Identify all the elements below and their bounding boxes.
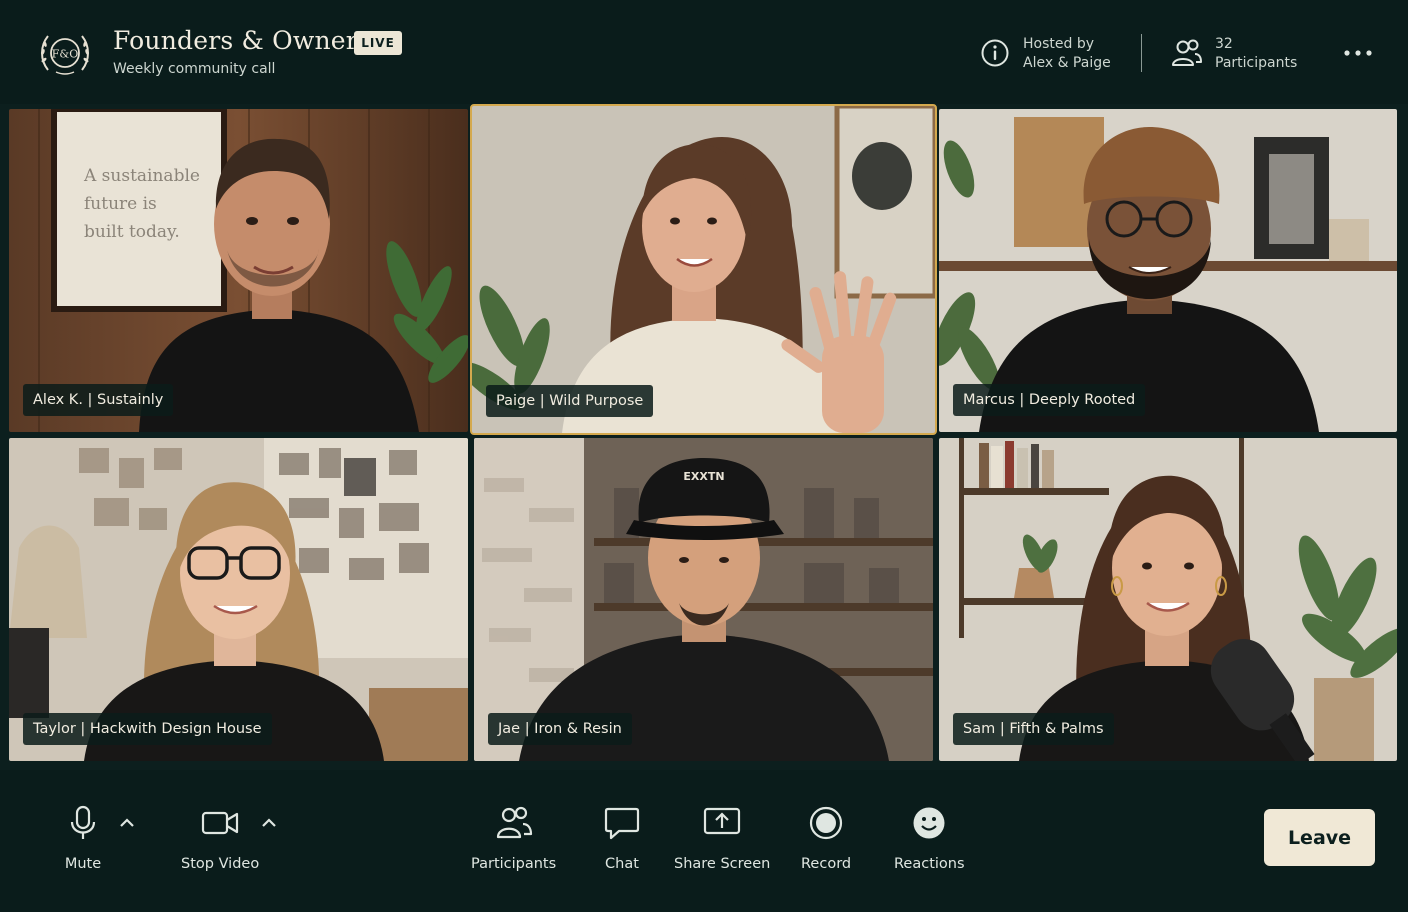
reactions-button[interactable]: Reactions: [894, 804, 965, 872]
mute-options-chevron-up-icon[interactable]: [118, 816, 136, 830]
chat-label: Chat: [605, 856, 639, 872]
participants-button[interactable]: Participants: [471, 804, 556, 872]
video-tile-jae[interactable]: EXXTN Jae | Iron & Resin: [474, 438, 933, 761]
reactions-label: Reactions: [894, 856, 965, 872]
crest-logo-icon: F&O: [41, 35, 89, 75]
participant-name-tag: Sam | Fifth & Palms: [953, 713, 1114, 745]
participant-name-tag: Alex K. | Sustainly: [23, 384, 174, 416]
video-tile-alex[interactable]: A sustainable future is built today. Ale…: [9, 109, 468, 432]
participants-label: Participants: [1215, 55, 1298, 71]
stop-video-label: Stop Video: [181, 856, 260, 872]
record-icon: [809, 806, 843, 840]
video-tile-sam[interactable]: Sam | Fifth & Palms: [939, 438, 1397, 761]
share-screen-icon: [704, 807, 741, 835]
cap-text: EXXTN: [683, 470, 724, 483]
participant-name-tag: Jae | Iron & Resin: [488, 713, 632, 745]
video-options-chevron-up-icon[interactable]: [260, 816, 278, 830]
mute-button[interactable]: Mute: [64, 804, 102, 872]
participant-video-paige: [472, 106, 935, 433]
more-horizontal-icon[interactable]: [1342, 44, 1374, 62]
call-header: F&O Founders & Owners LIVE Weekly commun…: [0, 0, 1408, 104]
poster-line-3: built today.: [84, 222, 180, 242]
stop-video-button[interactable]: Stop Video: [181, 804, 259, 872]
participants-summary: 32 Participants: [1215, 35, 1297, 73]
info-icon[interactable]: [980, 38, 1010, 68]
chat-bubble-icon: [604, 807, 640, 840]
participant-name-tag: Paige | Wild Purpose: [486, 385, 654, 417]
share-screen-button[interactable]: Share Screen: [674, 804, 770, 872]
mute-label: Mute: [64, 856, 102, 872]
smiley-icon: [913, 807, 945, 839]
hosted-by-info: Hosted by Alex & Paige: [1023, 35, 1111, 73]
people-icon: [496, 806, 532, 839]
video-tile-paige[interactable]: Paige | Wild Purpose: [470, 104, 937, 435]
participant-name-tag: Taylor | Hackwith Design House: [23, 713, 272, 745]
record-label: Record: [801, 856, 852, 872]
participants-icon[interactable]: [1171, 39, 1203, 67]
share-screen-label: Share Screen: [674, 856, 771, 872]
hosted-by-label: Hosted by: [1023, 36, 1094, 52]
video-tile-taylor[interactable]: Taylor | Hackwith Design House: [9, 438, 468, 761]
leave-button[interactable]: Leave: [1264, 809, 1375, 866]
video-camera-icon: [201, 811, 239, 835]
meeting-title: Founders & Owners: [113, 26, 371, 55]
record-button[interactable]: Record: [801, 804, 851, 872]
microphone-icon: [70, 805, 96, 839]
chat-button[interactable]: Chat: [603, 804, 641, 872]
participant-name-tag: Marcus | Deeply Rooted: [953, 384, 1146, 416]
live-badge: LIVE: [354, 31, 402, 55]
host-names: Alex & Paige: [1023, 55, 1111, 71]
meeting-subtitle: Weekly community call: [113, 61, 276, 77]
participants-label: Participants: [471, 856, 557, 872]
poster-line-2: future is: [84, 194, 157, 214]
logo-text: F&O: [52, 48, 78, 61]
video-tile-marcus[interactable]: Marcus | Deeply Rooted: [939, 109, 1397, 432]
poster-line-1: A sustainable: [83, 166, 200, 186]
meeting-toolbar: Mute Stop Video Participants Chat Share …: [0, 770, 1408, 912]
participants-count: 32: [1215, 36, 1233, 52]
header-divider: [1141, 34, 1142, 72]
